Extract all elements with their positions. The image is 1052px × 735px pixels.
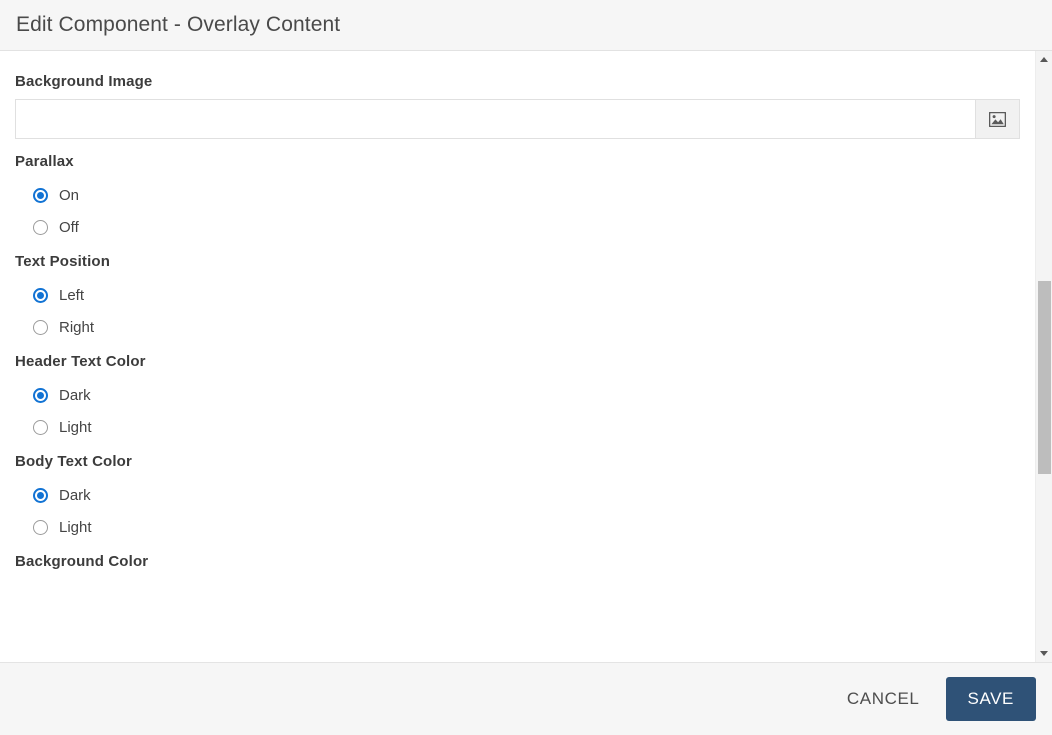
group-label-body-text-color: Body Text Color: [15, 453, 132, 470]
radio-selected-icon[interactable]: [33, 287, 48, 303]
radio-label: On: [59, 186, 80, 204]
edit-component-dialog: Edit Component - Overlay Content Backgro…: [0, 0, 1052, 735]
radio-label: Dark: [59, 386, 91, 404]
background-color-label: Background Color: [15, 553, 149, 570]
radio-option-header-text-color-0[interactable]: Dark: [15, 379, 1020, 411]
scroll-down-button[interactable]: [1036, 645, 1052, 662]
radio-selected-icon[interactable]: [33, 187, 48, 203]
radio-option-parallax-1[interactable]: Off: [15, 211, 1020, 243]
triangle-up-icon: [1040, 57, 1048, 62]
radio-unselected-icon[interactable]: [33, 419, 48, 435]
form-scroll-viewport: Background Image Parallax On Off Text Po…: [0, 51, 1035, 662]
radio-groups-container: Parallax On Off Text Position Left Right Heade…: [15, 153, 1020, 543]
radio-label: Dark: [59, 486, 91, 504]
dialog-body: Background Image Parallax On Off Text Po…: [0, 51, 1052, 663]
radio-option-body-text-color-1[interactable]: Light: [15, 511, 1020, 543]
radio-label: Light: [59, 418, 92, 436]
radio-unselected-icon[interactable]: [33, 519, 48, 535]
group-label-text-position: Text Position: [15, 253, 111, 270]
group-label-parallax: Parallax: [15, 153, 74, 170]
image-icon: [989, 111, 1006, 127]
vertical-scrollbar[interactable]: [1035, 51, 1052, 662]
scroll-up-button[interactable]: [1036, 51, 1052, 68]
scrollbar-thumb[interactable]: [1038, 281, 1051, 474]
dialog-title: Edit Component - Overlay Content: [16, 13, 341, 36]
cancel-button[interactable]: CANCEL: [833, 679, 934, 719]
radio-option-text-position-0[interactable]: Left: [15, 279, 1020, 311]
radio-option-text-position-1[interactable]: Right: [15, 311, 1020, 343]
background-image-label: Background Image: [15, 73, 153, 90]
group-label-header-text-color: Header Text Color: [15, 353, 146, 370]
background-image-field-group: [15, 99, 1020, 139]
radio-selected-icon[interactable]: [33, 487, 48, 503]
background-image-picker-button[interactable]: [975, 99, 1020, 139]
radio-label: Left: [59, 286, 85, 304]
radio-label: Off: [59, 218, 79, 236]
dialog-header: Edit Component - Overlay Content: [0, 0, 1052, 51]
radio-label: Light: [59, 518, 92, 536]
radio-option-header-text-color-1[interactable]: Light: [15, 411, 1020, 443]
radio-option-parallax-0[interactable]: On: [15, 179, 1020, 211]
triangle-down-icon: [1040, 651, 1048, 656]
radio-option-body-text-color-0[interactable]: Dark: [15, 479, 1020, 511]
save-button[interactable]: SAVE: [945, 677, 1036, 721]
radio-label: Right: [59, 318, 95, 336]
radio-unselected-icon[interactable]: [33, 319, 48, 335]
form-content: Background Image Parallax On Off Text Po…: [0, 51, 1035, 570]
dialog-footer: CANCEL SAVE: [0, 663, 1052, 735]
radio-selected-icon[interactable]: [33, 387, 48, 403]
radio-unselected-icon[interactable]: [33, 219, 48, 235]
background-image-input[interactable]: [15, 99, 975, 139]
